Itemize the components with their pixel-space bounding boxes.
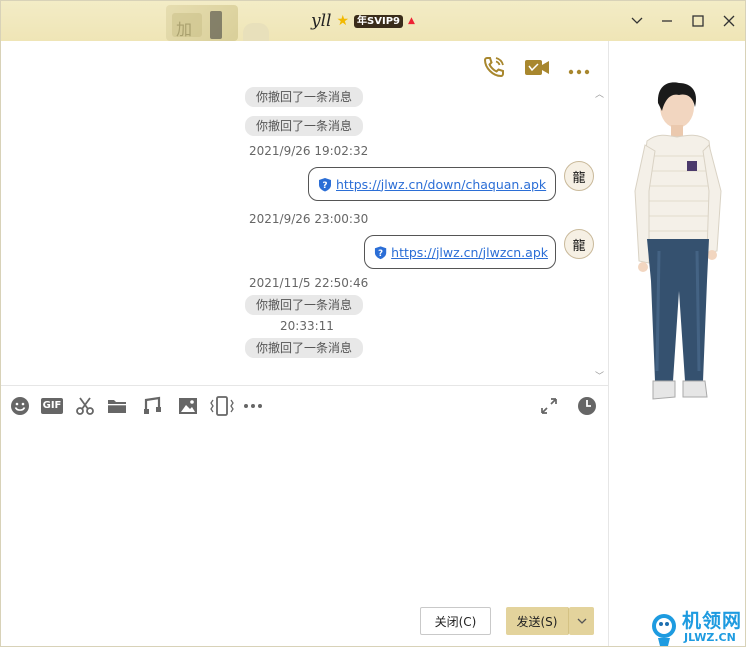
recall-notice: 你撤回了一条消息 (245, 87, 364, 107)
close-button[interactable]: 关闭(C) (420, 607, 491, 635)
folder-icon[interactable] (106, 396, 128, 416)
avatar[interactable]: 龍 (564, 229, 594, 259)
scroll-down-icon[interactable]: ﹀ (595, 369, 604, 382)
shake-icon[interactable] (209, 396, 235, 416)
message-link[interactable]: https://jlwz.cn/down/chaquan.apk (336, 177, 546, 192)
expand-icon[interactable] (538, 396, 560, 416)
recall-notice: 你撤回了一条消息 (245, 295, 364, 315)
recall-notice: 你撤回了一条消息 (245, 116, 364, 136)
vip-badge[interactable]: 年SVIP9 (354, 14, 403, 28)
message-bubble[interactable]: ? https://jlwz.cn/down/chaquan.apk (308, 167, 556, 201)
svg-text:?: ? (322, 181, 327, 191)
svg-text:?: ? (378, 247, 383, 257)
send-button[interactable]: 发送(S) (506, 607, 569, 635)
more-icon[interactable] (568, 60, 590, 79)
music-icon[interactable] (141, 396, 163, 416)
shield-question-icon: ? (319, 177, 331, 191)
timestamp: 20:33:11 (280, 319, 334, 333)
recall-notice: 你撤回了一条消息 (245, 338, 364, 358)
svg-text:加: 加 (176, 20, 192, 39)
input-toolbar: GIF (1, 385, 608, 425)
title-decoration: 加 (166, 5, 238, 41)
vip-star-icon: ★ (336, 13, 350, 29)
video-icon[interactable] (524, 57, 550, 81)
scroll-up-icon[interactable]: ︿ (595, 87, 604, 100)
message-bubble[interactable]: ? https://jlwz.cn/jlwzcn.apk (364, 235, 556, 269)
call-toolbar (482, 55, 590, 83)
shield-question-icon: ? (374, 245, 387, 259)
maximize-icon[interactable] (686, 9, 710, 33)
contact-name[interactable]: yll (311, 11, 331, 31)
watermark-en: JLWZ.CN (684, 631, 736, 644)
watermark-cn: 机领网 (682, 610, 743, 632)
title-bar[interactable]: 加 yll ★ 年SVIP9 ▲ (1, 1, 745, 41)
site-watermark: 机领网 JLWZ.CN (650, 606, 745, 646)
avatar-show-panel (608, 41, 746, 646)
timestamp: 2021/9/26 23:00:30 (249, 212, 369, 226)
chevron-down-icon[interactable] (625, 9, 649, 33)
image-icon[interactable] (177, 396, 199, 416)
vip-dot-icon: ▲ (408, 16, 415, 26)
message-link[interactable]: https://jlwz.cn/jlwzcn.apk (391, 245, 548, 260)
history-clock-icon[interactable] (576, 396, 598, 416)
gif-label: GIF (40, 398, 64, 414)
close-icon[interactable] (717, 9, 741, 33)
chat-window: 加 yll ★ 年SVIP9 ▲ ︿ 你撤回了一条消息 你撤回了一条消息 202… (0, 0, 746, 647)
title-center: yll ★ 年SVIP9 ▲ (311, 11, 415, 31)
more-icon[interactable] (242, 396, 264, 416)
timestamp: 2021/11/5 22:50:46 (249, 276, 369, 290)
timestamp: 2021/9/26 19:02:32 (249, 144, 369, 158)
phone-icon[interactable] (482, 55, 506, 83)
scissors-icon[interactable] (74, 396, 96, 416)
emoji-icon[interactable] (9, 396, 31, 416)
gif-icon[interactable]: GIF (40, 396, 64, 416)
send-options-chevron-icon[interactable] (569, 607, 594, 635)
message-input[interactable] (1, 425, 608, 600)
avatar-figure-image[interactable] (609, 41, 746, 441)
avatar[interactable]: 龍 (564, 161, 594, 191)
message-list[interactable]: ︿ 你撤回了一条消息 你撤回了一条消息 2021/9/26 19:02:32 ?… (1, 41, 608, 385)
title-decoration-bubble (243, 23, 269, 41)
minimize-icon[interactable] (655, 9, 679, 33)
